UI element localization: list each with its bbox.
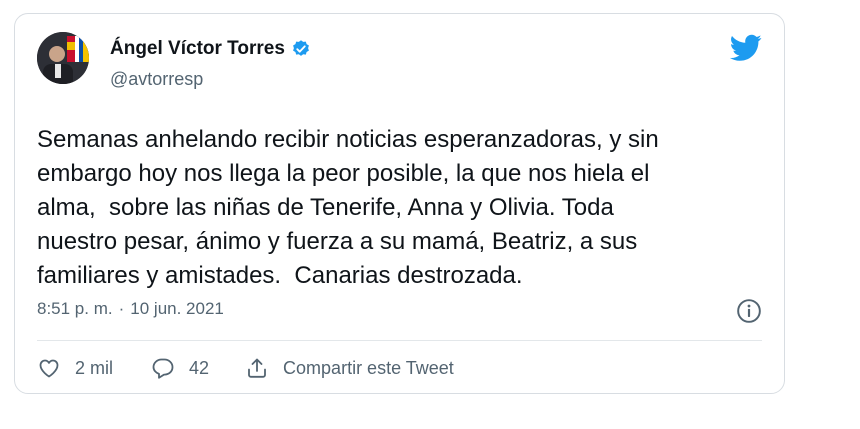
reply-button[interactable]: 42 [151,356,209,380]
verified-badge-icon [292,40,309,56]
author-handle[interactable]: @avtorresp [110,69,203,90]
heart-icon [39,359,59,378]
info-icon[interactable] [736,298,762,324]
like-button[interactable]: 2 mil [37,356,113,380]
tweet-text: Semanas anhelando recibir noticias esper… [37,126,659,289]
tweet-timestamp[interactable]: 8:51 p. m. · 10 jun. 2021 [37,299,224,319]
author-name[interactable]: Ángel Víctor Torres [110,38,285,60]
tweet-actions: 2 mil 42 Compartir este Tweet [37,356,454,380]
meta-separator: · [118,299,125,318]
tweet-card: Ángel Víctor Torres @avtorresp Semanas a… [14,13,785,394]
divider [37,340,762,341]
tweet-time[interactable]: 8:51 p. m. [37,299,113,319]
share-button[interactable]: Compartir este Tweet [245,356,454,380]
share-icon [248,358,266,378]
like-count: 2 mil [75,357,114,378]
reply-bubble-icon [152,358,174,379]
share-label: Compartir este Tweet [283,357,454,378]
twitter-bird-icon[interactable] [730,34,762,62]
reply-count: 42 [189,357,210,378]
tweet-date[interactable]: 10 jun. 2021 [130,299,224,319]
avatar[interactable] [37,32,89,84]
